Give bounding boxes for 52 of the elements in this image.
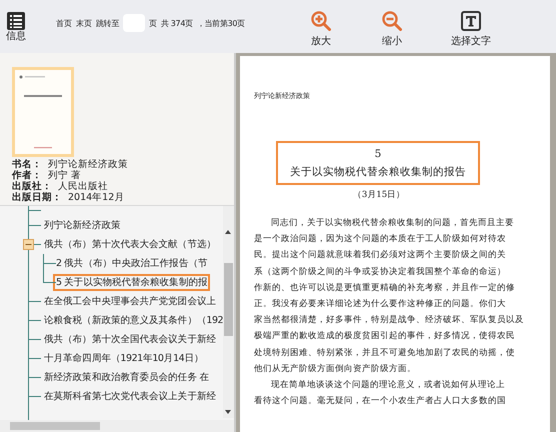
body-text-line: 系（这两个阶级之间的斗争或妥协决定着我国整个革命的命运） — [254, 266, 506, 279]
body-text-line: 处境特别困难、特别紧张，并且不可避免地加剧了农民的动摇，使 — [254, 346, 515, 360]
info-button[interactable]: 信息 — [4, 12, 28, 42]
scroll-up-icon[interactable] — [225, 230, 231, 234]
body-text-line: 民。提出这个问题就意味着我们必须对这两个主要阶级之间的关 — [254, 248, 506, 262]
page-suffix: 页 — [149, 18, 157, 28]
zoom-out-icon — [382, 11, 402, 31]
chapter-date: （3月15日） — [352, 189, 406, 201]
tree-item[interactable]: 5 关于以实物税代替余粮收集制的报 — [53, 274, 210, 291]
body-text-line: 现在简单地谈谈这个问题的理论意义，或者说如何从理论上 — [270, 379, 505, 392]
zoom-in-button[interactable]: 放大 — [296, 11, 346, 48]
body-text-line: 正。我没有必要来详细论述为什么要作这种修正的问题。你们大 — [254, 298, 506, 312]
list-icon — [7, 12, 25, 30]
first-page-link[interactable]: 首页 — [56, 18, 72, 28]
jump-label: 跳转至 — [96, 18, 120, 28]
current-page: ，当前第30页 — [196, 18, 245, 28]
body-text-line: 家当然都很清楚，好多事件，特别是战争、经济破坏、军队复员以及 — [254, 314, 524, 328]
text-tool-icon — [461, 11, 481, 31]
tree-item[interactable]: 论粮食税（新政策的意义及其条件）（192 — [41, 312, 226, 329]
chapter-title: 关于以实物税代替余粮收集制的报告 — [289, 165, 467, 180]
tree-item[interactable]: 俄共（布）第十次代表大会文献（节选） — [41, 236, 219, 253]
body-text-line: 同志们，关于以实物税代替余粮收集制的问题，首先而且主要 — [270, 216, 514, 230]
tree-item[interactable]: 在全俄工会中央理事会共产党党团会议上 — [41, 293, 219, 310]
vertical-scrollbar[interactable] — [223, 206, 234, 418]
page-total: 共 374页 — [160, 18, 193, 28]
tree-item[interactable]: 列宁论新经济政策 — [41, 217, 124, 234]
tree-item[interactable]: 在莫斯科省第七次党代表会议上关于新经 — [41, 388, 219, 405]
field-label: 作者： — [12, 170, 42, 181]
field-label: 书名： — [12, 159, 42, 170]
tree-item[interactable]: 俄共（布）第十次全国代表会议关于新经 — [41, 331, 219, 348]
body-text-line: 极端严重的歉收造成的极度贫困引起的事件，好多情况，使得农民 — [254, 330, 515, 344]
collapse-icon[interactable] — [23, 239, 34, 250]
tree-item[interactable]: 新经济政策和政治教育委员会的任务 在 — [41, 369, 212, 386]
body-text-line: 作新的、也许可以说是更慎重更精确的补充考察，并且作一定的修 — [254, 282, 515, 295]
body-text-line: 看待这个问题。毫无疑问，在一个小农生产者占人口大多数的国 — [254, 394, 506, 408]
chapter-number: 5 — [374, 147, 382, 162]
select-text-button[interactable]: 选择文字 — [441, 11, 501, 48]
horizontal-scrollbar[interactable] — [0, 420, 234, 432]
tree-item[interactable]: 十月革命四周年（1921年10月14日） — [41, 350, 206, 367]
body-text-line: 他们从无产阶级方面倒向资产阶级方面。 — [254, 362, 416, 376]
zoom-in-icon — [311, 11, 331, 31]
field-label: 出版社： — [12, 181, 52, 192]
body-text-line: 是一个政治问题，因为这个问题的本质在于工人阶级如何对待农 — [254, 233, 506, 246]
field-value: 列宁论新经济政策 — [48, 159, 128, 170]
scroll-down-icon[interactable] — [225, 410, 231, 414]
field-value: 列宁 著 — [48, 170, 82, 181]
field-value: 2014年12月 — [68, 192, 124, 203]
last-page-link[interactable]: 末页 — [76, 18, 92, 28]
field-label: 出版日期： — [12, 192, 62, 203]
field-value: 人民出版社 — [58, 181, 108, 192]
tree-item[interactable]: 2 俄共（布）中央政治工作报告（节 — [53, 255, 210, 272]
zoom-out-button[interactable]: 缩小 — [367, 11, 417, 48]
